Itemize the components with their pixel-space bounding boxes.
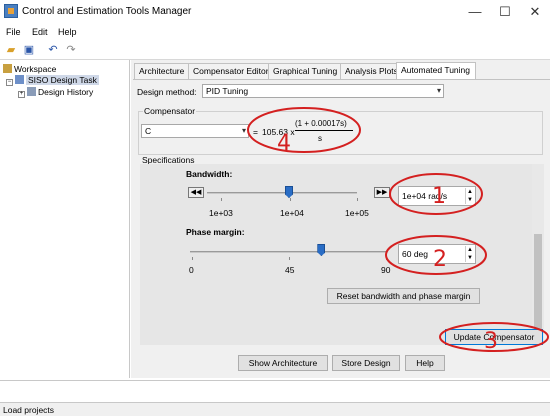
phase-margin-tick-label: 90: [381, 265, 391, 275]
store-design-button[interactable]: Store Design: [332, 355, 400, 371]
bandwidth-tick: [290, 198, 291, 201]
tree-item-design-history[interactable]: + Design History: [18, 87, 93, 98]
phase-margin-slider-track[interactable]: [190, 251, 386, 253]
phase-margin-tick-label: 0: [189, 265, 194, 275]
phase-margin-tick-label: 45: [285, 265, 295, 275]
bandwidth-spinner[interactable]: 1e+04 rad/s ▲ ▼: [398, 186, 476, 206]
tab-architecture[interactable]: Architecture: [134, 63, 189, 79]
workspace-icon: [3, 64, 12, 73]
menu-bar: File Edit Help: [0, 24, 550, 40]
window-title: Control and Estimation Tools Manager: [22, 6, 192, 17]
status-bar: Load projects: [0, 402, 550, 416]
show-architecture-button[interactable]: Show Architecture: [238, 355, 328, 371]
tab-analysis-plots[interactable]: Analysis Plots: [340, 63, 398, 79]
toolbar: ▰ ▣ ↶ ↷: [0, 40, 550, 60]
reset-bandwidth-phase-margin-button[interactable]: Reset bandwidth and phase margin: [327, 288, 480, 304]
compensator-gain: 105.63 x: [262, 127, 295, 137]
chevron-down-icon: ▾: [436, 86, 441, 95]
phase-margin-spinner[interactable]: 60 deg ▲ ▼: [398, 244, 476, 264]
bandwidth-tick-label: 1e+04: [280, 208, 304, 218]
status-text: Load projects: [3, 405, 55, 415]
compensator-denominator: s: [318, 134, 322, 143]
scrollbar-thumb[interactable]: [534, 234, 542, 329]
undo-icon[interactable]: ↶: [46, 43, 60, 57]
redo-icon[interactable]: ↷: [64, 43, 78, 57]
bandwidth-increase-button[interactable]: ▶▶: [374, 187, 390, 198]
spin-up-icon[interactable]: ▲: [465, 246, 474, 254]
bandwidth-tick-label: 1e+03: [209, 208, 233, 218]
task-icon: [15, 75, 24, 84]
menu-help[interactable]: Help: [58, 27, 77, 37]
phase-margin-label: Phase margin:: [186, 227, 245, 237]
phase-margin-tick: [192, 257, 193, 260]
compensator-numerator: (1 + 0.00017s): [295, 119, 347, 128]
save-icon[interactable]: ▣: [22, 43, 36, 57]
chevron-down-icon: ▾: [241, 126, 246, 135]
bandwidth-tick-label: 1e+05: [345, 208, 369, 218]
open-folder-icon[interactable]: ▰: [4, 43, 18, 57]
compensator-group-label: Compensator: [143, 106, 197, 116]
update-compensator-button[interactable]: Update Compensator: [445, 329, 543, 345]
command-bar: [0, 380, 550, 402]
design-method-select[interactable]: PID Tuning ▾: [202, 84, 444, 98]
compensator-select[interactable]: C ▾: [141, 124, 249, 138]
spin-up-icon[interactable]: ▲: [465, 188, 474, 196]
bandwidth-label: Bandwidth:: [186, 169, 233, 179]
tab-compensator-editor[interactable]: Compensator Editor: [188, 63, 269, 79]
help-button[interactable]: Help: [405, 355, 445, 371]
phase-margin-tick: [386, 257, 387, 260]
tab-automated-tuning[interactable]: Automated Tuning: [396, 62, 476, 79]
tab-graphical-tuning[interactable]: Graphical Tuning: [268, 63, 341, 79]
history-icon: [27, 87, 36, 96]
maximize-button[interactable]: ☐: [490, 0, 520, 24]
phase-margin-tick: [289, 257, 290, 260]
bandwidth-tick: [221, 198, 222, 201]
minimize-button[interactable]: —: [460, 0, 490, 24]
menu-file[interactable]: File: [6, 27, 21, 37]
spin-down-icon[interactable]: ▼: [465, 196, 474, 204]
spin-down-icon[interactable]: ▼: [465, 254, 474, 262]
fraction-bar: [295, 130, 353, 131]
design-method-label: Design method:: [137, 87, 197, 97]
bandwidth-slider-track[interactable]: [207, 192, 357, 194]
app-icon: [4, 4, 18, 18]
close-button[interactable]: ✕: [520, 0, 550, 24]
bandwidth-decrease-button[interactable]: ◀◀: [188, 187, 204, 198]
compensator-equals: =: [253, 127, 258, 137]
workspace-tree: Workspace − SISO Design Task + Design Hist…: [0, 60, 130, 378]
tree-item-siso-design-task[interactable]: − SISO Design Task: [6, 75, 99, 86]
menu-edit[interactable]: Edit: [32, 27, 48, 37]
tree-item-workspace[interactable]: Workspace: [3, 64, 56, 74]
expand-icon[interactable]: +: [18, 91, 25, 98]
bandwidth-tick: [357, 198, 358, 201]
title-bar: Control and Estimation Tools Manager — ☐…: [0, 0, 550, 24]
collapse-icon[interactable]: −: [6, 79, 13, 86]
